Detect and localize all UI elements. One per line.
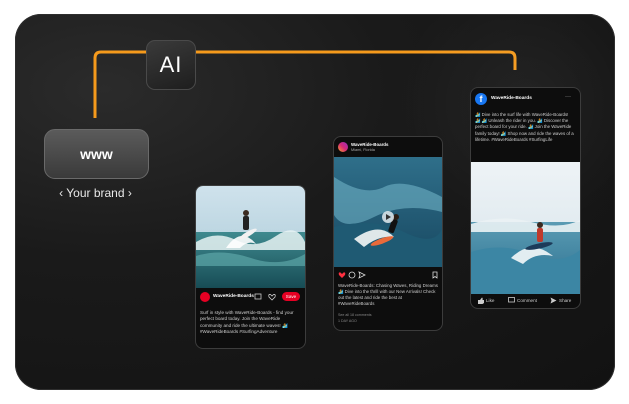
facebook-logo-icon: f (475, 93, 487, 105)
comment-icon[interactable] (348, 271, 356, 279)
instagram-avatar-icon (338, 142, 348, 152)
instagram-post-age: 1 DAY AGO (338, 319, 357, 323)
heart-icon[interactable] (268, 293, 276, 301)
comment-icon[interactable] (508, 297, 515, 304)
facebook-account-name[interactable]: WaveRide-Boards (491, 96, 532, 101)
comment-icon[interactable] (254, 293, 262, 301)
brand-caption: ‹ Your brand › (59, 186, 132, 200)
like-icon[interactable] (477, 297, 484, 304)
facebook-post-image (471, 162, 580, 294)
instagram-post-card[interactable]: WaveRide-Boards Miami, Florida WaveRide-… (333, 136, 443, 331)
ai-badge: AI (146, 40, 196, 90)
share-icon[interactable] (358, 271, 366, 279)
pinterest-caption: Surf in style with WaveRide-Boards - fin… (200, 310, 294, 334)
share-icon[interactable] (550, 297, 557, 304)
more-options-icon[interactable]: ··· (565, 94, 571, 100)
instagram-account-name[interactable]: WaveRide-Boards (351, 142, 388, 147)
pinterest-post-image (196, 186, 305, 288)
instagram-comments-link[interactable]: See all 18 comments (338, 313, 372, 317)
brand-website-button[interactable]: www (44, 129, 149, 179)
facebook-caption: 🏄 Dive into the surf life with WaveRide-… (475, 112, 574, 142)
bookmark-icon[interactable] (431, 271, 439, 279)
instagram-post-image (334, 157, 442, 267)
instagram-location: Miami, Florida (351, 148, 375, 152)
pinterest-save-button[interactable]: Save (282, 292, 300, 301)
share-button-label[interactable]: Share (559, 298, 571, 303)
pinterest-post-card[interactable]: WaveRide-Boards Save Surf in style with … (195, 185, 306, 349)
pinterest-logo-icon (200, 292, 210, 302)
instagram-caption: WaveRide-Boards: Chasing Waves, Riding D… (338, 283, 438, 306)
facebook-post-card[interactable]: f WaveRide-Boards ··· 🏄 Dive into the su… (470, 87, 581, 309)
comment-button-label[interactable]: Comment (517, 298, 537, 303)
pinterest-account-name[interactable]: WaveRide-Boards (213, 294, 254, 299)
like-heart-icon[interactable] (338, 271, 346, 279)
like-button-label[interactable]: Like (486, 298, 494, 303)
